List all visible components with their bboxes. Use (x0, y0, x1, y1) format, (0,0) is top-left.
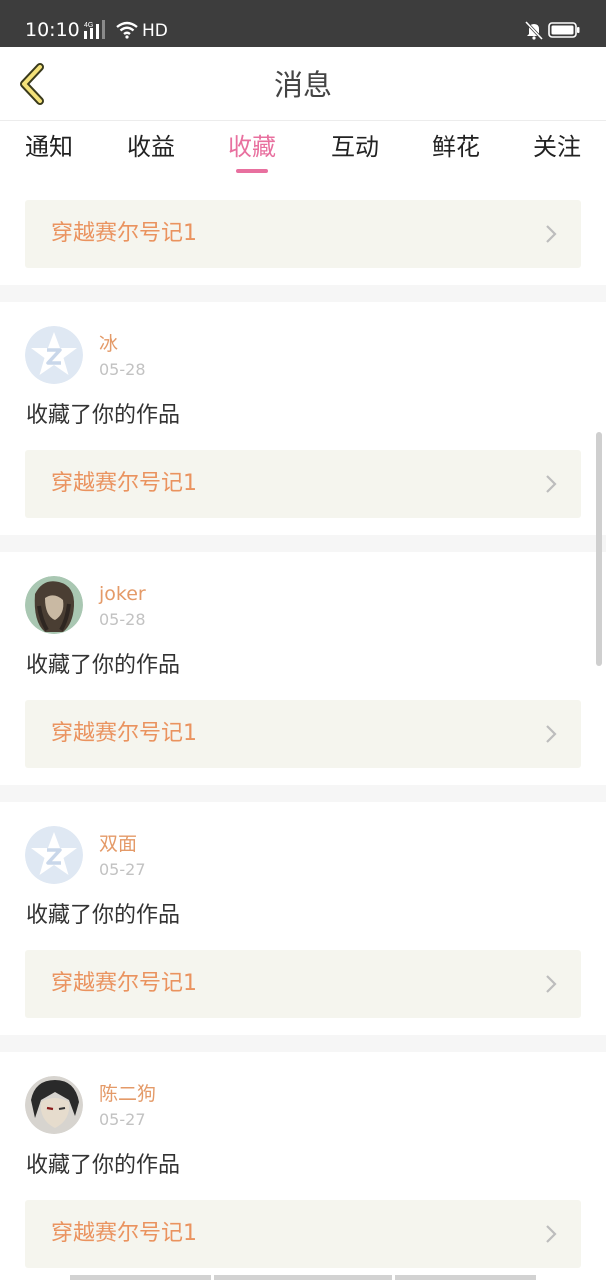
user-photo-icon (25, 576, 83, 634)
bottom-indicator (70, 1275, 211, 1280)
work-link[interactable]: 穿越赛尔号记1 (25, 700, 581, 768)
battery-icon (548, 22, 580, 38)
network-type-label: 4G (84, 22, 93, 29)
divider (0, 285, 606, 302)
list-item: 陈二狗 05-27 收藏了你的作品 穿越赛尔号记1 (0, 1052, 606, 1280)
username[interactable]: 冰 (99, 332, 118, 356)
work-link[interactable]: 穿越赛尔号记1 (25, 1200, 581, 1268)
list-item: 穿越赛尔号记1 (0, 181, 606, 285)
work-title: 穿越赛尔号记1 (51, 971, 197, 996)
chevron-right-icon (546, 475, 557, 493)
signal-4g-icon: 4G (84, 20, 105, 39)
page-title: 消息 (273, 68, 332, 102)
work-title: 穿越赛尔号记1 (51, 721, 197, 746)
avatar[interactable] (25, 326, 83, 384)
username[interactable]: 陈二狗 (99, 1082, 156, 1106)
active-tab-indicator (236, 169, 268, 173)
action-text: 收藏了你的作品 (26, 653, 181, 678)
tab-flowers[interactable]: 鲜花 (416, 132, 496, 162)
date: 05-27 (99, 860, 146, 879)
tab-interactions[interactable]: 互动 (315, 132, 395, 162)
avatar[interactable] (25, 576, 83, 634)
action-text: 收藏了你的作品 (26, 1153, 181, 1178)
bottom-indicator (395, 1275, 536, 1280)
user-photo-icon (25, 1076, 83, 1134)
app-header: 消息 (0, 47, 606, 121)
date: 05-28 (99, 360, 146, 379)
tab-follows[interactable]: 关注 (517, 132, 597, 162)
divider (0, 785, 606, 802)
hd-indicator: HD (142, 21, 168, 41)
status-time: 10:10 (25, 19, 80, 41)
work-title: 穿越赛尔号记1 (51, 1221, 197, 1246)
chevron-right-icon (546, 225, 557, 243)
chevron-right-icon (546, 725, 557, 743)
list-item: joker 05-28 收藏了你的作品 穿越赛尔号记1 (0, 552, 606, 785)
tab-bar: 通知 收益 收藏 互动 鲜花 关注 (0, 121, 606, 181)
divider (0, 1035, 606, 1052)
date: 05-27 (99, 1110, 146, 1129)
default-avatar-icon (25, 826, 83, 884)
username[interactable]: 双面 (99, 832, 137, 856)
list-item: 双面 05-27 收藏了你的作品 穿越赛尔号记1 (0, 802, 606, 1035)
work-link[interactable]: 穿越赛尔号记1 (25, 450, 581, 518)
work-link[interactable]: 穿越赛尔号记1 (25, 200, 581, 268)
work-title: 穿越赛尔号记1 (51, 471, 197, 496)
action-text: 收藏了你的作品 (26, 403, 181, 428)
date: 05-28 (99, 610, 146, 629)
scrollbar[interactable] (596, 432, 602, 666)
chevron-right-icon (546, 1225, 557, 1243)
action-text: 收藏了你的作品 (26, 903, 181, 928)
list-item: 冰 05-28 收藏了你的作品 穿越赛尔号记1 (0, 302, 606, 535)
work-title: 穿越赛尔号记1 (51, 221, 197, 246)
status-bar: 10:10 4G HD (0, 0, 606, 47)
divider (0, 535, 606, 552)
tab-favorites[interactable]: 收藏 (212, 132, 292, 162)
default-avatar-icon (25, 326, 83, 384)
username[interactable]: joker (99, 582, 146, 606)
chevron-right-icon (546, 975, 557, 993)
avatar[interactable] (25, 826, 83, 884)
notification-off-icon (524, 20, 544, 40)
tab-notifications[interactable]: 通知 (9, 132, 89, 162)
work-link[interactable]: 穿越赛尔号记1 (25, 950, 581, 1018)
bottom-indicator (214, 1275, 392, 1280)
avatar[interactable] (25, 1076, 83, 1134)
tab-earnings[interactable]: 收益 (111, 132, 191, 162)
wifi-icon (116, 21, 138, 39)
